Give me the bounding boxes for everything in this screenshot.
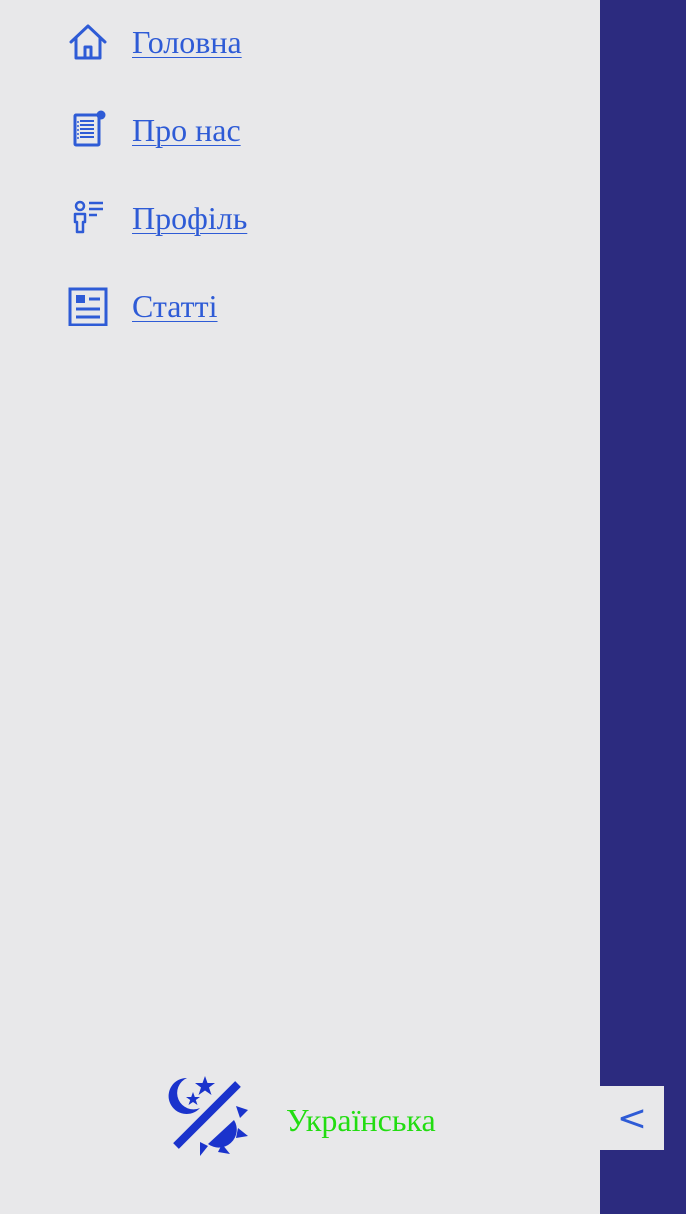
home-icon xyxy=(64,18,112,66)
profile-icon xyxy=(64,194,112,242)
chevron-left-icon: < xyxy=(616,1097,648,1139)
nav-item-home[interactable]: Головна xyxy=(64,18,242,66)
overlay-strip[interactable] xyxy=(600,0,686,1214)
theme-toggle-icon xyxy=(162,1072,248,1163)
nav-item-about[interactable]: Про нас xyxy=(64,106,241,154)
sidebar: Головна Про нас Профіль Статті Українськ… xyxy=(0,0,600,1214)
theme-toggle-button[interactable] xyxy=(160,1072,250,1162)
nav-item-profile[interactable]: Профіль xyxy=(64,194,247,242)
language-selector[interactable]: Українська xyxy=(286,1102,436,1139)
nav-item-label: Головна xyxy=(132,23,242,60)
nav-item-label: Про нас xyxy=(132,111,241,148)
articles-icon xyxy=(64,282,112,330)
nav-item-label: Статті xyxy=(132,287,218,324)
collapse-sidebar-button[interactable]: < xyxy=(600,1086,664,1150)
document-icon xyxy=(64,106,112,154)
nav-item-label: Профіль xyxy=(132,199,248,236)
nav-item-articles[interactable]: Статті xyxy=(64,282,218,330)
